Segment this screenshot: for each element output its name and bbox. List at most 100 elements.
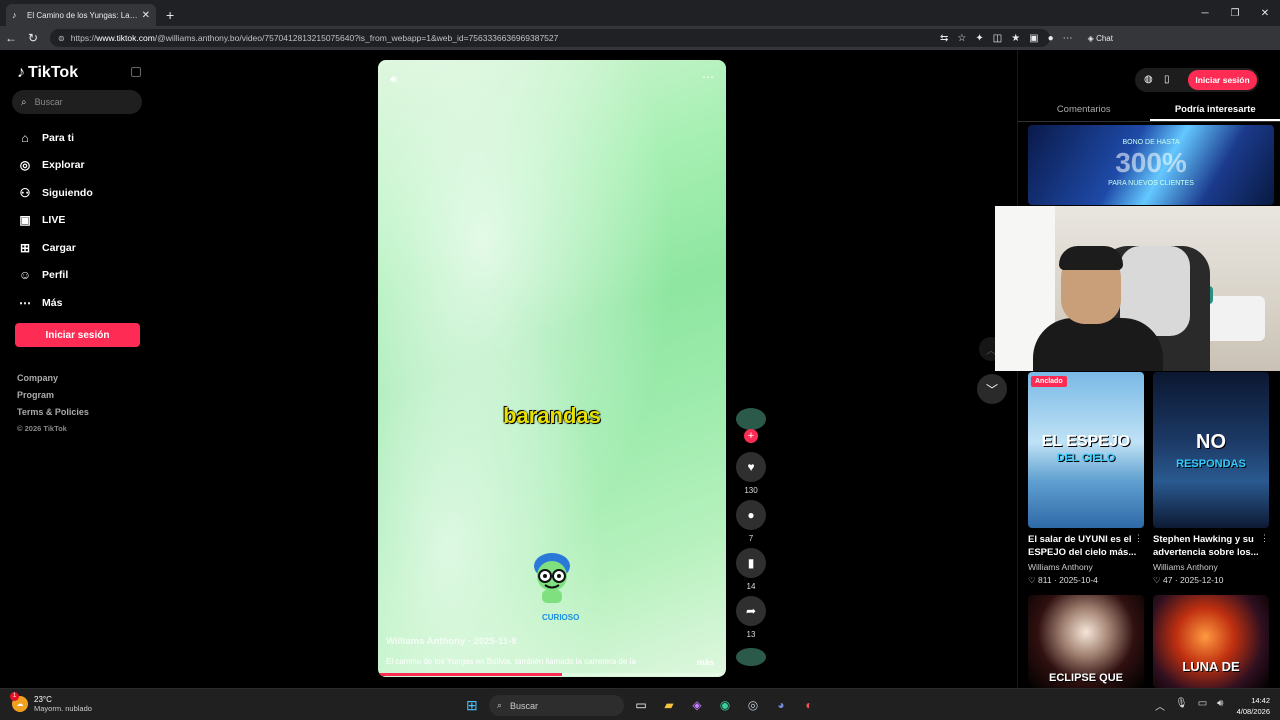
profile-avatar-icon[interactable]: ● <box>1048 33 1054 44</box>
card-likes: 47 <box>1163 575 1173 585</box>
video-thumbnail[interactable]: ECLIPSE QUE <box>1028 595 1144 688</box>
copilot-chat-button[interactable]: ◈ Chat <box>1088 34 1113 43</box>
microphone-icon[interactable]: 🎙︎ <box>1175 698 1188 713</box>
file-explorer-icon[interactable]: ▰ <box>660 696 678 714</box>
sidebar-item-label: LIVE <box>42 214 66 227</box>
sidebar-item-explorar[interactable]: ◎ Explorar <box>17 152 93 180</box>
taskbar-search[interactable]: ⌕ Buscar <box>489 695 624 716</box>
mascot-label: CURIOSO <box>542 613 580 622</box>
video-author[interactable]: Williams Anthony · 2025-11-8 <box>386 636 517 647</box>
video-card-title[interactable]: Stephen Hawking y su advertencia sobre l… <box>1153 533 1269 559</box>
video-thumbnail[interactable]: Anclado EL ESPEJO DEL CIELO <box>1028 372 1144 528</box>
music-disc-avatar[interactable] <box>736 648 766 666</box>
banner-line-1: BONO DE HASTA <box>1122 139 1180 146</box>
sidebar-item-mas[interactable]: ⋯ Más <box>17 289 93 317</box>
follow-plus-icon[interactable]: + <box>744 429 758 443</box>
app-icon[interactable]: ◐ <box>800 696 818 714</box>
translate-icon[interactable]: ⇆ <box>940 33 948 44</box>
footer-link-terms[interactable]: Terms & Policies <box>17 407 89 424</box>
card-likes: 811 <box>1038 575 1052 585</box>
video-card-title[interactable]: El salar de UYUNI es el ESPEJO del cielo… <box>1028 533 1144 559</box>
close-tab-icon[interactable]: ✕ <box>142 10 150 21</box>
heart-outline-icon: ♡ <box>1153 575 1161 585</box>
tab-podria-interesarte[interactable]: Podría interesarte <box>1149 100 1280 121</box>
volume-icon[interactable]: 🔊︎ <box>390 72 398 87</box>
video-card-meta: ♡ 47 · 2025-12-10 <box>1153 575 1224 585</box>
browser-tab-title: El Camino de los Yungas: La Carretera <box>27 10 138 20</box>
video-card-author[interactable]: Williams Anthony <box>1028 562 1093 572</box>
clock-time: 14:42 <box>1251 696 1270 705</box>
video-actions: + ♥ 130 ● 7 ▮ 14 ➦ 13 <box>736 408 766 666</box>
weather-icon: ☁ 1 <box>10 692 28 712</box>
panel-tabs: Comentarios Podría interesarte <box>1018 100 1280 122</box>
video-description: El camino de los Yungas en Bolivia, tamb… <box>386 657 636 666</box>
weather-widget[interactable]: ☁ 1 23°C Mayorm. nublado <box>10 692 92 713</box>
card-options-icon[interactable]: ⋮ <box>1134 533 1143 544</box>
footer-link-company[interactable]: Company <box>17 373 89 390</box>
get-coins-icon[interactable]: ◍ <box>1144 74 1153 85</box>
mascot-icon <box>534 553 570 603</box>
network-icon[interactable]: ▭ <box>1198 698 1207 713</box>
video-thumbnail[interactable]: LUNA DE <box>1153 595 1269 688</box>
windows-start-icon[interactable]: ⊞ <box>466 697 478 714</box>
close-window-icon[interactable]: ✕ <box>1250 8 1280 19</box>
video-more-icon[interactable]: ⋯ <box>702 70 714 84</box>
tray-overflow-icon[interactable]: ︿ <box>1155 698 1165 713</box>
tiktok-sidebar: ♪ TikTok ⌕ Buscar ⌂ Para ti ◎ Explorar ⚇ Si… <box>0 50 155 688</box>
video-thumbnail[interactable]: NO RESPONDAS <box>1153 372 1269 528</box>
maximize-icon[interactable]: ❐ <box>1220 8 1250 19</box>
tab-comentarios[interactable]: Comentarios <box>1018 100 1150 121</box>
video-card-author[interactable]: Williams Anthony <box>1153 562 1218 572</box>
weather-temp: 23°C <box>34 695 52 704</box>
search-icon: ⌕ <box>497 700 503 710</box>
sidebar-item-perfil[interactable]: ☺ Perfil <box>17 262 93 290</box>
card-options-icon[interactable]: ⋮ <box>1260 533 1269 544</box>
favorite-star-icon[interactable]: ☆ <box>957 33 966 44</box>
sidebar-item-cargar[interactable]: ⊞ Cargar <box>17 234 93 262</box>
minimize-icon[interactable]: ─ <box>1190 8 1220 19</box>
creator-avatar[interactable]: + <box>736 408 766 443</box>
sidebar-item-live[interactable]: ▣ LIVE <box>17 207 93 235</box>
split-screen-icon[interactable]: ◫ <box>993 33 1002 44</box>
like-button[interactable]: ♥ <box>736 452 766 482</box>
taskbar-clock[interactable]: 14:42 4/08/2026 <box>1228 695 1270 717</box>
comment-button[interactable]: ● <box>736 500 766 530</box>
banner-line-2: PARA NUEVOS CLIENTES <box>1108 180 1194 187</box>
search-input[interactable]: ⌕ Buscar <box>12 90 142 114</box>
new-tab-button[interactable]: + <box>166 7 174 23</box>
get-app-icon[interactable]: ▯ <box>1164 74 1170 85</box>
favorites-icon[interactable]: ★ <box>1011 33 1020 44</box>
share-icon: ➦ <box>745 604 757 618</box>
sidebar-item-siguiendo[interactable]: ⚇ Siguiendo <box>17 179 93 207</box>
address-bar-row: ← ↻ ⊜ https://www.tiktok.com/@williams.a… <box>0 26 1280 50</box>
collections-icon[interactable]: ▣ <box>1029 33 1038 44</box>
footer-link-program[interactable]: Program <box>17 390 89 407</box>
extensions-icon[interactable]: ✦ <box>975 33 983 44</box>
sidebar-item-para-ti[interactable]: ⌂ Para ti <box>17 124 93 152</box>
collapse-sidebar-icon[interactable] <box>131 67 141 77</box>
address-bar[interactable]: ⊜ https://www.tiktok.com/@williams.antho… <box>50 29 1050 47</box>
copilot-app-icon[interactable]: ◈ <box>688 696 706 714</box>
video-player[interactable]: 🔊︎ ⋯ barandas CURIOSO Williams Anthony ·… <box>378 60 726 677</box>
browser-tab[interactable]: ♪ El Camino de los Yungas: La Carretera … <box>6 4 156 26</box>
next-video-button[interactable]: ﹀ <box>977 374 1007 404</box>
share-button[interactable]: ➦ <box>736 596 766 626</box>
steam-icon[interactable]: ◎ <box>744 696 762 714</box>
promo-banner[interactable]: BONO DE HASTA 300% PARA NUEVOS CLIENTES <box>1028 125 1274 205</box>
more-description-link[interactable]: más <box>697 657 714 667</box>
edge-browser-icon[interactable]: ◉ <box>716 696 734 714</box>
header-login-button[interactable]: Iniciar sesión <box>1188 70 1257 90</box>
reload-icon[interactable]: ↻ <box>22 31 44 45</box>
pinned-badge: Anclado <box>1031 376 1067 387</box>
browser-menu-icon[interactable]: ⋯ <box>1063 33 1073 44</box>
site-info-icon[interactable]: ⊜ <box>58 34 65 43</box>
save-button[interactable]: ▮ <box>736 548 766 578</box>
video-progress-bar[interactable] <box>378 673 726 676</box>
browser-toolbar-right: ⇆ ☆ ✦ ◫ ★ ▣ ● ⋯ ◈ Chat <box>940 33 1113 44</box>
back-icon[interactable]: ← <box>0 31 22 45</box>
discord-icon[interactable]: ◕ <box>772 696 790 714</box>
login-button[interactable]: Iniciar sesión <box>15 323 140 347</box>
tiktok-logo[interactable]: ♪ TikTok <box>17 64 78 82</box>
volume-tray-icon[interactable]: 🔊︎ <box>1217 698 1223 713</box>
task-view-icon[interactable]: ▭ <box>632 696 650 714</box>
